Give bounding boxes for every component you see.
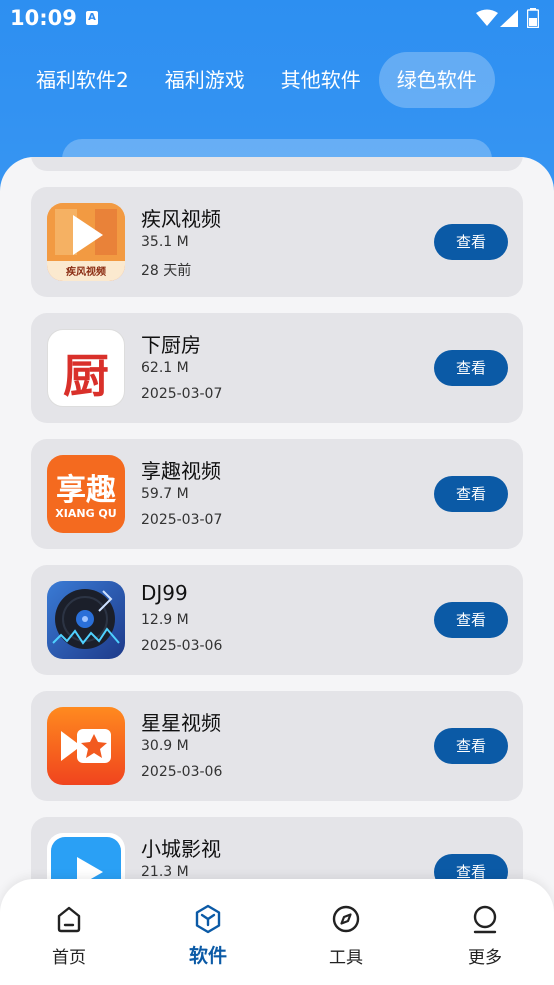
tab-other-software[interactable]: 其他软件 (263, 52, 379, 108)
content-sheet: 疾风视频 疾风视频 35.1 M 28 天前 查看 厨 下厨房 62.1 M 2… (0, 157, 554, 985)
app-date: 2025-03-07 (141, 386, 223, 402)
app-size: 30.9 M (141, 738, 189, 754)
app-card[interactable]: 星星视频 30.9 M 2025-03-06 查看 (31, 691, 523, 801)
nav-software[interactable]: 软件 (158, 903, 258, 968)
view-button[interactable]: 查看 (434, 602, 508, 638)
app-list: 疾风视频 疾风视频 35.1 M 28 天前 查看 厨 下厨房 62.1 M 2… (31, 187, 523, 943)
tab-welfare-software-2[interactable]: 福利软件2 (18, 52, 147, 108)
nav-label: 工具 (329, 948, 363, 968)
app-size: 21.3 M (141, 864, 189, 880)
app-icon-caption: 疾风视频 (66, 267, 106, 278)
view-button[interactable]: 查看 (434, 350, 508, 386)
app-date: 2025-03-06 (141, 638, 223, 654)
vinyl-icon (47, 581, 125, 659)
status-bar: 10:09 A (0, 0, 554, 40)
app-size: 62.1 M (141, 360, 189, 376)
tab-green-software[interactable]: 绿色软件 (378, 52, 495, 108)
app-size: 12.9 M (141, 612, 189, 628)
nav-tools[interactable]: 工具 (296, 903, 396, 968)
app-card[interactable]: 疾风视频 疾风视频 35.1 M 28 天前 查看 (31, 187, 523, 297)
signal-icon (500, 10, 518, 27)
wifi-icon (476, 9, 498, 26)
cube-icon (195, 904, 221, 934)
app-card[interactable]: 厨 下厨房 62.1 M 2025-03-07 查看 (31, 313, 523, 423)
app-name: DJ99 (141, 581, 188, 605)
compass-icon (332, 905, 360, 933)
app-name: 下厨房 (141, 333, 201, 357)
bottom-navigation: 首页 软件 工具 更多 (0, 879, 554, 985)
notification-icon: A (86, 11, 98, 25)
view-button[interactable]: 查看 (434, 476, 508, 512)
app-size: 59.7 M (141, 486, 189, 502)
nav-home[interactable]: 首页 (19, 903, 119, 968)
nav-label: 更多 (468, 948, 502, 968)
app-date: 28 天前 (141, 263, 192, 279)
view-button[interactable]: 查看 (434, 728, 508, 764)
user-icon (473, 905, 497, 934)
kitchen-icon: 厨 (47, 329, 125, 407)
app-name: 小城影视 (141, 837, 221, 861)
xiangqu-icon: 享趣 XIANG QU (47, 455, 125, 533)
app-size: 35.1 M (141, 234, 189, 250)
view-button[interactable]: 查看 (434, 224, 508, 260)
app-name: 享趣视频 (141, 459, 221, 483)
app-icon-text: 享趣 (56, 473, 116, 508)
app-name: 疾风视频 (141, 207, 221, 231)
app-name: 星星视频 (141, 711, 221, 735)
home-icon (57, 906, 81, 933)
nav-more[interactable]: 更多 (435, 903, 535, 968)
app-card[interactable]: 享趣 XIANG QU 享趣视频 59.7 M 2025-03-07 查看 (31, 439, 523, 549)
battery-icon (527, 8, 539, 28)
app-icon-text: 厨 (63, 349, 109, 403)
nav-label: 首页 (52, 948, 86, 968)
play-icon: 疾风视频 (47, 203, 125, 281)
category-tabs: 福利软件2 福利游戏 其他软件 绿色软件 (18, 52, 495, 108)
app-card[interactable]: DJ99 12.9 M 2025-03-06 查看 (31, 565, 523, 675)
tab-welfare-games[interactable]: 福利游戏 (147, 52, 263, 108)
nav-label: 软件 (188, 945, 227, 967)
star-camera-icon (47, 707, 125, 785)
app-date: 2025-03-07 (141, 512, 223, 528)
app-icon-caption: XIANG QU (55, 507, 117, 520)
status-time: 10:09 (10, 6, 77, 30)
previous-card-edge (31, 157, 523, 171)
app-date: 2025-03-06 (141, 764, 223, 780)
